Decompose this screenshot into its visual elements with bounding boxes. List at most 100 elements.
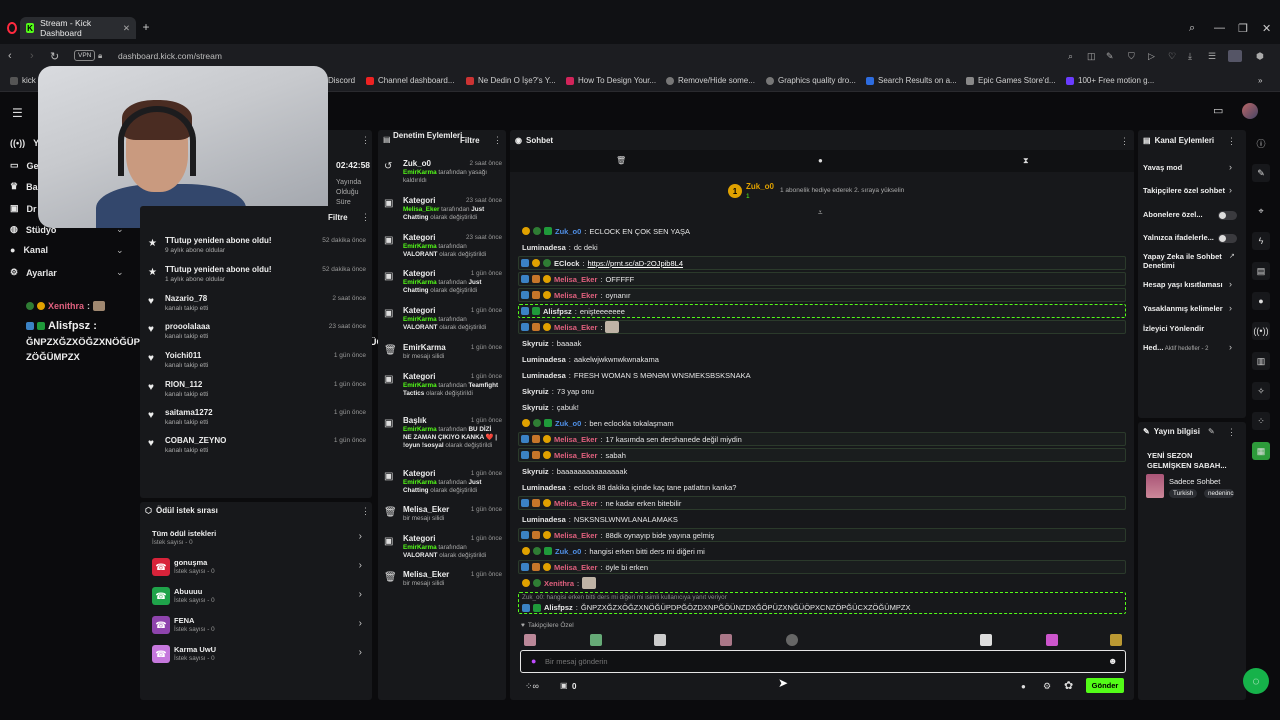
chat-username[interactable]: Luminadesa (522, 515, 566, 524)
event-row[interactable]: ♥ COBAN_ZEYNO kanalı takip etti 1 gün önce (148, 436, 366, 464)
event-row[interactable]: ♥ prooolalaaa kanalı takip etti 23 saat önc… (148, 322, 366, 350)
new-tab-icon[interactable]: + (140, 21, 152, 33)
chat-username[interactable]: Skyruiz (522, 403, 549, 412)
chat-username[interactable]: Melisa_Eker (554, 323, 597, 332)
info-icon[interactable]: ⓘ (1252, 134, 1270, 152)
minimize-icon[interactable]: — (1214, 22, 1225, 34)
channel-action-item[interactable]: Hesap yaşı kısıtlaması (1143, 280, 1223, 289)
gear-icon[interactable]: ⚙ (1043, 681, 1051, 692)
more-icon[interactable]: ⋮ (1120, 136, 1129, 147)
search-icon[interactable]: ⌕ (1068, 51, 1073, 62)
target-icon[interactable]: ⌖ (1252, 202, 1270, 220)
event-row[interactable]: ♥ RION_112 kanalı takip etti 1 gün önce (148, 380, 366, 408)
chat-username[interactable]: Melisa_Eker (554, 451, 597, 460)
toggle-switch[interactable] (1218, 211, 1237, 220)
chat-username[interactable]: Alisfpsz (543, 307, 572, 316)
hamburger-menu-icon[interactable]: ☰ (12, 106, 23, 120)
more-icon[interactable]: ⋮ (361, 506, 370, 517)
opera-logo-icon[interactable] (7, 22, 17, 34)
event-row[interactable]: ♥ Yoichi011 kanalı takip etti 1 gün önce (148, 351, 366, 379)
help-chat-icon[interactable]: ◌ (1243, 668, 1269, 694)
tag-turkish[interactable]: Turkish (1169, 489, 1198, 498)
chat-username[interactable]: Skyruiz (522, 339, 549, 348)
lock-icon[interactable]: 🔒︎ (98, 51, 102, 61)
bookmark-graphics[interactable]: Graphics quality dro... (766, 76, 856, 85)
lightning-icon[interactable]: ϟ (1252, 232, 1270, 250)
microphone-icon[interactable]: ● (531, 656, 536, 666)
chat-username[interactable]: Luminadesa (522, 355, 566, 364)
nav-item-basarilar[interactable]: ♛ Ba (10, 181, 38, 192)
chat-text[interactable]: https://prnt.sc/aD-2OJpib8L4 (588, 259, 683, 268)
emote-strip[interactable] (522, 634, 1126, 646)
chat-username[interactable]: EClock (554, 259, 579, 268)
nav-item-drops[interactable]: ▣ Dr (10, 203, 37, 214)
pinned-user[interactable]: Zuk_o0 (746, 182, 774, 191)
reward-item[interactable]: ☎ FENA İstek sayısı - 0 › (150, 614, 368, 638)
bookmark-search-results[interactable]: Search Results on a... (866, 76, 957, 85)
nav-item-genel[interactable]: ▭ Ge (10, 160, 39, 171)
channel-action-item[interactable]: Abonelere özel... (1143, 210, 1223, 219)
bookmark-discord[interactable]: Discord (328, 76, 355, 85)
channel-action-item[interactable]: Takipçilere özel sohbet (1143, 186, 1225, 195)
more-icon[interactable]: ⋮ (1227, 136, 1236, 147)
bookmarks-more-icon[interactable]: » (1258, 76, 1262, 85)
chat-username[interactable]: Luminadesa (522, 483, 566, 492)
bookmark-kick[interactable]: kick (10, 76, 36, 85)
maximize-icon[interactable]: ❐ (1238, 22, 1248, 35)
chat-tab-icon[interactable]: ● (818, 156, 823, 165)
more-icon[interactable]: ⋮ (361, 135, 370, 146)
heart-icon[interactable]: ♡ (1168, 51, 1176, 62)
back-icon[interactable]: ‹ (8, 50, 12, 62)
url-field[interactable]: dashboard.kick.com/stream (118, 51, 222, 61)
tag-other[interactable]: nedeninc (1204, 489, 1234, 498)
forward-icon[interactable]: › (30, 50, 34, 62)
nav-item-ayarlar[interactable]: ⚙ Ayarlar ⌄ (10, 267, 124, 278)
more-icon[interactable]: ⋮ (1227, 427, 1236, 438)
tab-close-icon[interactable]: ✕ (123, 23, 130, 34)
chevron-right-icon[interactable]: › (1229, 303, 1232, 313)
bookmark-ne-dedin[interactable]: Ne Dedin O İşe?'s Y... (466, 76, 556, 85)
server-icon[interactable]: ▥ (1252, 352, 1270, 370)
moderation-filter-button[interactable]: Filtre (460, 136, 480, 145)
trash-tab-icon[interactable]: 🗑︎ (616, 156, 626, 165)
pencil-icon[interactable]: ✎ (1252, 164, 1270, 182)
all-reward-requests[interactable]: Tüm ödül istekleri İstek sayısı - 0 › (150, 527, 368, 551)
reward-item[interactable]: ☎ gonuşma İstek sayısı - 0 › (150, 556, 368, 580)
chat-username[interactable]: Zuk_o0 (555, 547, 581, 556)
emoji-icon[interactable]: ☻ (1108, 656, 1117, 666)
bookmark-epic[interactable]: Epic Games Store'd... (966, 76, 1056, 85)
chat-username[interactable]: Zuk_o0 (555, 419, 581, 428)
browser-tab-active[interactable]: K Stream - Kick Dashboard ✕ (20, 17, 136, 39)
channel-action-item[interactable]: İzleyici Yönlendir (1143, 324, 1223, 333)
edit-icon[interactable]: ✎ (1208, 427, 1215, 436)
layout-icon[interactable]: ▭ (1213, 104, 1223, 117)
chevron-right-icon[interactable]: › (1229, 162, 1232, 172)
app-icon[interactable]: ▦ (1252, 442, 1270, 460)
share-icon[interactable]: ⁘∞ (525, 681, 539, 692)
chat-username[interactable]: Skyruiz (522, 387, 549, 396)
menu-icon[interactable]: ☰ (1208, 51, 1216, 62)
external-link-icon[interactable]: ↗ (1229, 252, 1235, 260)
chat-message-input[interactable] (545, 654, 1085, 668)
bookmark-design[interactable]: How To Design Your... (566, 76, 656, 85)
event-row[interactable]: ★ TTutup yeniden abone oldu! 9 aylık abone… (148, 236, 366, 264)
avatar[interactable] (1242, 103, 1258, 119)
edit-icon[interactable]: ✎ (1106, 51, 1114, 62)
play-icon[interactable]: ▷ (1148, 51, 1155, 62)
channel-action-item[interactable]: Yavaş mod (1143, 163, 1223, 172)
chat-settings-bubble-icon[interactable]: ● (1021, 682, 1026, 691)
event-row[interactable]: ♥ Nazario_78 kanalı takip etti 2 saat önce (148, 294, 366, 322)
share-icon[interactable]: ⁘ (1252, 412, 1270, 430)
chat-username[interactable]: Melisa_Eker (554, 563, 597, 572)
hourglass-tab-icon[interactable]: ⧗ (1023, 156, 1029, 166)
chat-username[interactable]: Luminadesa (522, 371, 566, 380)
window-close-icon[interactable]: ✕ (1262, 22, 1271, 35)
bookmark-remove-hide[interactable]: Remove/Hide some... (666, 76, 755, 85)
document-icon[interactable]: ▤ (1252, 262, 1270, 280)
chat-username[interactable]: Melisa_Eker (554, 275, 597, 284)
more-icon[interactable]: ⋮ (361, 212, 370, 223)
wrench-icon[interactable]: ✧ (1252, 382, 1270, 400)
chat-username[interactable]: Zuk_o0 (555, 227, 581, 236)
channel-action-item[interactable]: Hed... Aktif hedefler - 2 (1143, 343, 1223, 354)
toggle-switch[interactable] (1218, 234, 1237, 243)
